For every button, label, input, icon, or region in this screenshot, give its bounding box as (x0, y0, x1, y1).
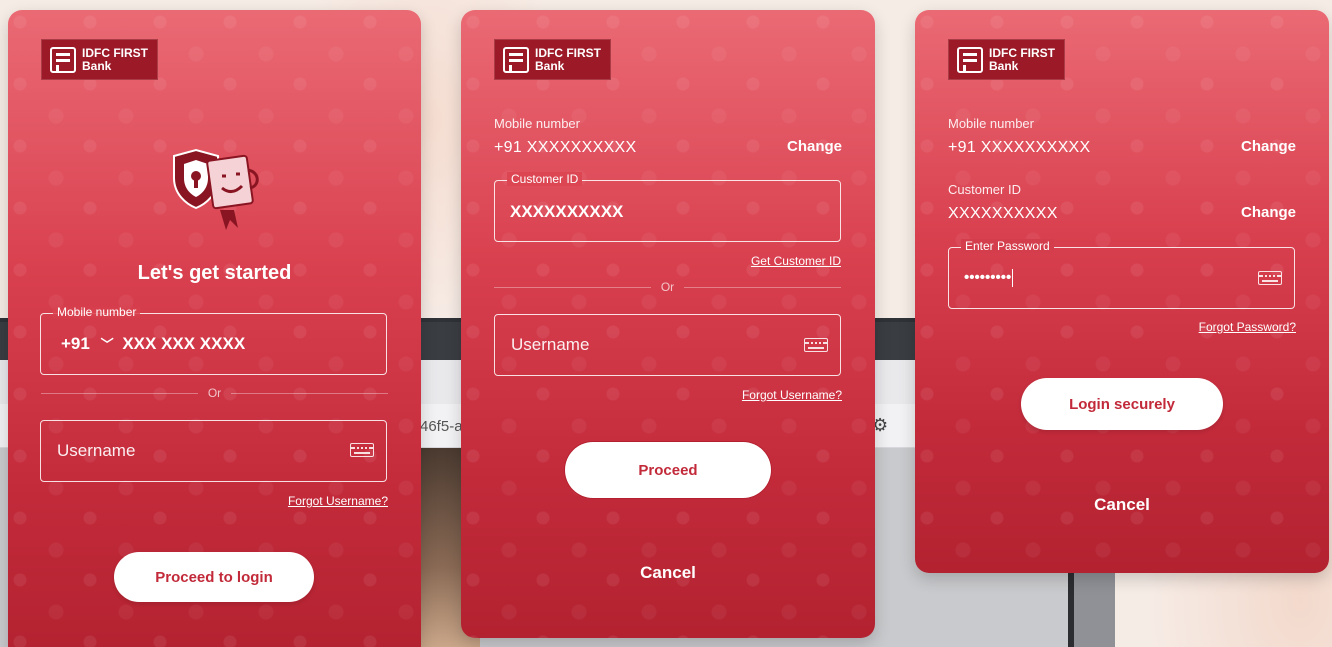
customer-id-value: XXXXXXXXXX (510, 202, 624, 221)
or-divider: Or (494, 280, 841, 294)
keyboard-icon[interactable] (350, 443, 374, 457)
forgot-username-link[interactable]: Forgot Username? (208, 494, 388, 508)
password-label: Enter Password (961, 239, 1054, 253)
change-mobile-button[interactable]: Change (1241, 138, 1296, 155)
brand-line-2: Bank (82, 58, 112, 73)
keyboard-icon[interactable] (1258, 271, 1282, 285)
country-code[interactable]: +91 (61, 334, 90, 353)
mobile-number-label: Mobile number (494, 116, 580, 131)
username-field[interactable]: Username (40, 420, 387, 482)
mobile-number-field[interactable]: Mobile number +91 ﹀ XXX XXX XXXX (40, 305, 387, 375)
username-field[interactable]: Username (494, 314, 841, 376)
login-card-customer-id: IDFC FIRST Bank Mobile number +91 XXXXXX… (461, 10, 875, 638)
username-placeholder: Username (511, 335, 590, 354)
cancel-button[interactable]: Cancel (915, 495, 1329, 515)
get-customer-id-link[interactable]: Get Customer ID (661, 254, 841, 268)
mobile-number-value: +91 XXXXXXXXXX (948, 139, 1091, 156)
login-card-password: IDFC FIRST Bank Mobile number +91 XXXXXX… (915, 10, 1329, 573)
brand-line-2: Bank (989, 58, 1019, 73)
password-field[interactable]: Enter Password ••••••••• (948, 239, 1295, 309)
username-placeholder: Username (57, 441, 136, 460)
or-text: Or (660, 280, 675, 294)
text-cursor (1012, 269, 1014, 288)
keyboard-icon[interactable] (804, 338, 828, 352)
customer-id-label: Customer ID (948, 182, 1021, 197)
bank-logo-icon (957, 46, 983, 73)
proceed-to-login-button[interactable]: Proceed to login (114, 552, 314, 602)
mobile-number-label: Mobile number (948, 116, 1034, 131)
chevron-down-icon[interactable]: ﹀ (101, 334, 114, 353)
cancel-button[interactable]: Cancel (461, 563, 875, 583)
brand-line-2: Bank (535, 58, 565, 73)
login-card-start: IDFC FIRST Bank Let's get started Mobile… (8, 10, 421, 647)
forgot-username-link[interactable]: Forgot Username? (661, 388, 842, 402)
page-title: Let's get started (137, 262, 292, 284)
bank-logo-icon (503, 46, 529, 73)
brand-line-1: IDFC FIRST (535, 45, 601, 60)
change-mobile-button[interactable]: Change (787, 138, 842, 155)
mobile-number-label: Mobile number (53, 305, 141, 319)
customer-id-field[interactable]: Customer ID XXXXXXXXXX (494, 172, 841, 242)
mobile-number-placeholder[interactable]: XXX XXX XXXX (122, 334, 245, 353)
forgot-password-link[interactable]: Forgot Password? (1115, 320, 1296, 334)
bank-logo: IDFC FIRST Bank (948, 39, 1065, 80)
change-customer-id-button[interactable]: Change (1241, 204, 1296, 221)
login-securely-button[interactable]: Login securely (1021, 378, 1223, 430)
background-url-text: 46f5-a (420, 418, 463, 435)
brand-line-1: IDFC FIRST (989, 45, 1055, 60)
security-shield-icon (173, 148, 259, 230)
or-divider: Or (41, 386, 388, 400)
bank-logo: IDFC FIRST Bank (41, 39, 158, 80)
proceed-button[interactable]: Proceed (567, 444, 769, 496)
brand-line-1: IDFC FIRST (82, 45, 148, 60)
or-text: Or (207, 386, 222, 400)
customer-id-label: Customer ID (507, 172, 583, 186)
customer-id-value: XXXXXXXXXX (948, 205, 1058, 222)
bank-logo-icon (50, 46, 76, 73)
bank-logo: IDFC FIRST Bank (494, 39, 611, 80)
mobile-number-value: +91 XXXXXXXXXX (494, 139, 637, 156)
password-value: ••••••••• (964, 269, 1012, 286)
